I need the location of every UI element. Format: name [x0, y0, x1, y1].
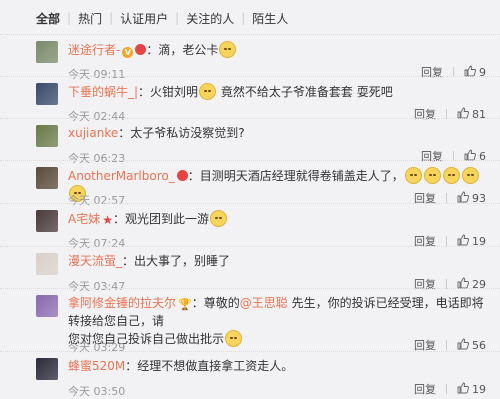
avatar[interactable] — [36, 210, 58, 232]
emoji-icon — [219, 41, 237, 58]
comment-text-line: 蜂蜜520M：经理不想做直接拿工资走人。 — [68, 358, 486, 375]
comment-item: 下垂的蜗牛_|：火钳刘明 竟然不给太子爷准备套套 耍死吧 今天 02:44 回复 81 — [0, 76, 500, 123]
comment-item: A宅妹 ★：观光团到此一游 今天 07:24 回复 19 — [0, 203, 500, 250]
comment-body: 下垂的蜗牛_|：火钳刘明 竟然不给太子爷准备套套 耍死吧 今天 02:44 回复 81 — [68, 83, 486, 123]
comment-body: A宅妹 ★：观光团到此一游 今天 07:24 回复 19 — [68, 210, 486, 250]
username-link[interactable]: xujianke — [68, 126, 118, 140]
action-divider — [446, 340, 447, 350]
comment-body: 蜂蜜520M：经理不想做直接拿工资走人。今天 03:50 回复 19 — [68, 358, 486, 398]
like-count: 19 — [472, 382, 486, 396]
tab-following[interactable]: 关注的人 — [186, 10, 234, 27]
avatar[interactable] — [36, 295, 58, 317]
comment-body: 漫天流萤_：出大事了，别睡了 今天 03:47 回复 29 — [68, 253, 486, 293]
comment-item: 漫天流萤_：出大事了，别睡了 今天 03:47 回复 29 — [0, 246, 500, 293]
reply-button[interactable]: 回复 — [414, 381, 436, 397]
comment-text-line: A宅妹 ★：观光团到此一游 — [68, 210, 486, 229]
comment-body: 迷途行者- V ：滴，老公卡 今天 09:11 回复 9 — [68, 41, 486, 81]
username-link[interactable]: 下垂的蜗牛_| — [68, 85, 138, 99]
comment-text: ：尊敬的 — [191, 296, 240, 310]
comment-item: 迷途行者- V ：滴，老公卡 今天 09:11 回复 9 — [0, 34, 500, 81]
like-button[interactable]: 19 — [457, 382, 486, 397]
thumbs-up-icon — [457, 382, 472, 397]
username-link[interactable]: 蜂蜜520M — [68, 359, 125, 373]
username-link[interactable]: 拿阿修金锤的拉夫尔 — [68, 296, 176, 310]
avatar-image — [36, 358, 58, 380]
tab-strangers[interactable]: 陌生人 — [252, 10, 288, 27]
comment-body: xujianke：太子爷私访没察觉到? 今天 06:23 回复 6 — [68, 125, 486, 165]
tab-divider: | — [109, 11, 114, 25]
comment-item: 拿阿修金锤的拉夫尔 🏆：尊敬的@王思聪 先生，你的投诉已经受理，电话即将转接给您自… — [0, 288, 500, 354]
comment-text-line: 拿阿修金锤的拉夫尔 🏆：尊敬的@王思聪 先生，你的投诉已经受理，电话即将转接给您自… — [68, 295, 486, 330]
comment-text: ：出大事了，别睡了 — [122, 254, 231, 268]
username-link[interactable]: 漫天流萤_ — [68, 254, 122, 268]
avatar-image — [36, 253, 58, 275]
comment-item: xujianke：太子爷私访没察觉到? 今天 06:23 回复 6 — [0, 118, 500, 165]
comment-text: ：目测明天酒店经理就得卷铺盖走人了， — [187, 169, 404, 183]
comment-actions: 回复 19 — [414, 381, 486, 397]
comment-body: AnotherMarlboro_ ：目测明天酒店经理就得卷铺盖走人了， 今天 02:… — [68, 167, 486, 207]
tab-verified-users[interactable]: 认证用户 — [120, 10, 168, 27]
tab-divider: | — [175, 11, 180, 25]
avatar[interactable] — [36, 167, 58, 189]
mention-link[interactable]: @王思聪 — [240, 296, 288, 310]
username-link[interactable]: 迷途行者- — [68, 43, 120, 57]
tab-hot[interactable]: 热门 — [78, 10, 102, 27]
tab-divider: | — [241, 11, 246, 25]
comment-text-line: 下垂的蜗牛_|：火钳刘明 竟然不给太子爷准备套套 耍死吧 — [68, 83, 486, 101]
comment-text-line: xujianke：太子爷私访没察觉到? — [68, 125, 486, 142]
action-divider — [446, 384, 447, 394]
avatar-image — [36, 41, 58, 63]
comment-text: ：观光团到此一游 — [112, 212, 209, 226]
avatar[interactable] — [36, 41, 58, 63]
emoji-icon — [199, 83, 217, 100]
username-link[interactable]: A宅妹 — [68, 212, 100, 226]
tab-divider: | — [67, 11, 72, 25]
avatar[interactable] — [36, 83, 58, 105]
star-badge-icon: ★ — [102, 213, 113, 227]
comment-filter-tabs: 全部 | 热门 | 认证用户 | 关注的人 | 陌生人 — [0, 0, 500, 36]
avatar-image — [36, 167, 58, 189]
avatar[interactable] — [36, 125, 58, 147]
emoji-icon — [423, 167, 441, 184]
avatar-image — [36, 125, 58, 147]
username-link[interactable]: AnotherMarlboro_ — [68, 169, 175, 183]
tab-all[interactable]: 全部 — [36, 10, 60, 27]
comment-text: ：滴，老公卡 — [146, 43, 219, 57]
avatar-image — [36, 295, 58, 317]
comment-timestamp: 今天 03:50 — [68, 385, 126, 398]
member-crown-icon — [176, 170, 188, 181]
comment-body: 拿阿修金锤的拉夫尔 🏆：尊敬的@王思聪 先生，你的投诉已经受理，电话即将转接给您自… — [68, 295, 486, 354]
action-divider — [446, 236, 447, 246]
avatar[interactable] — [36, 358, 58, 380]
comment-text: ：火钳刘明 — [138, 85, 199, 99]
emoji-icon — [461, 167, 479, 184]
like-count: 56 — [472, 338, 486, 352]
comment-text: 竟然不给太子爷准备套套 耍死吧 — [217, 85, 393, 99]
trophy-badge-icon: 🏆 — [178, 298, 192, 311]
verified-badge-icon: V — [122, 47, 134, 58]
comment-text-line: 迷途行者- V ：滴，老公卡 — [68, 41, 486, 59]
emoji-icon — [404, 167, 422, 184]
member-crown-icon — [135, 44, 147, 55]
emoji-icon — [442, 167, 460, 184]
emoji-icon — [225, 330, 243, 347]
comment-item: 蜂蜜520M：经理不想做直接拿工资走人。今天 03:50 回复 19 — [0, 351, 500, 398]
avatar-image — [36, 83, 58, 105]
comment-item: AnotherMarlboro_ ：目测明天酒店经理就得卷铺盖走人了， 今天 02:… — [0, 160, 500, 207]
comment-text-line: 漫天流萤_：出大事了，别睡了 — [68, 253, 486, 270]
comment-text: ：经理不想做直接拿工资走人。 — [125, 359, 294, 373]
avatar[interactable] — [36, 253, 58, 275]
avatar-image — [36, 210, 58, 232]
action-divider — [446, 193, 447, 203]
comment-text: ：太子爷私访没察觉到? — [118, 126, 245, 140]
emoji-icon — [210, 210, 227, 227]
